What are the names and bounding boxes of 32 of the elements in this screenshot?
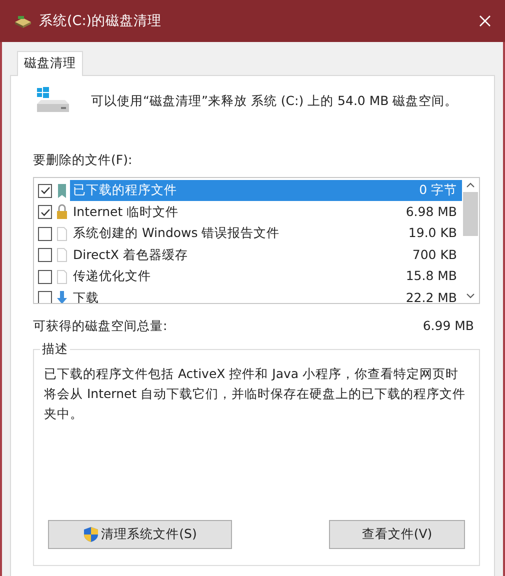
file-item[interactable]: 传递优化文件 15.8 MB	[70, 266, 462, 288]
total-value: 6.99 MB	[422, 318, 474, 335]
total-label: 可获得的磁盘空间总量:	[33, 318, 168, 335]
file-icon	[56, 247, 68, 264]
file-item[interactable]: 系统创建的 Windows 错误报告文件 19.0 KB	[70, 223, 462, 244]
checkbox[interactable]	[38, 248, 52, 262]
file-item[interactable]: DirectX 着色器缓存 700 KB	[70, 244, 462, 266]
file-item[interactable]: Internet 临时文件 6.98 MB	[70, 202, 462, 223]
intro-text: 可以使用“磁盘清理”来释放 系统 (C:) 上的 54.0 MB 磁盘空间。	[91, 92, 458, 110]
checkbox[interactable]	[38, 270, 52, 284]
tab[interactable]: 磁盘清理	[17, 51, 83, 76]
checkbox[interactable]	[38, 226, 52, 241]
lock-icon	[56, 204, 68, 220]
clean-system-button[interactable]: 清理系统文件(S)	[48, 520, 232, 549]
group-title: 描述	[40, 341, 70, 358]
description-text: 已下载的程序文件包括 ActiveX 控件和 Java 小程序，你查看特定网页时将会从 Internet 自动下载它们，并临时保存在硬盘上的已下载的程序文件夹中。	[44, 365, 467, 423]
drive-icon	[14, 14, 32, 28]
files-label: 要删除的文件(F):	[33, 152, 134, 169]
file-icon	[56, 268, 68, 285]
download-icon	[56, 290, 68, 303]
file-icon	[56, 226, 68, 242]
file-item[interactable]: 下载 22.2 MB	[70, 288, 462, 303]
window-title: 系统(C:)的磁盘清理	[39, 12, 163, 30]
scroll-down-icon[interactable]	[466, 293, 475, 299]
close-icon[interactable]	[479, 15, 491, 27]
checkbox[interactable]	[38, 184, 52, 198]
scroll-up-icon[interactable]	[466, 182, 475, 188]
checkbox[interactable]	[38, 291, 52, 303]
file-item[interactable]: 已下载的程序文件 0 字节	[70, 180, 462, 202]
view-files-button[interactable]: 查看文件(V)	[329, 520, 465, 549]
checkbox[interactable]	[38, 205, 52, 220]
shield-icon	[83, 526, 100, 543]
